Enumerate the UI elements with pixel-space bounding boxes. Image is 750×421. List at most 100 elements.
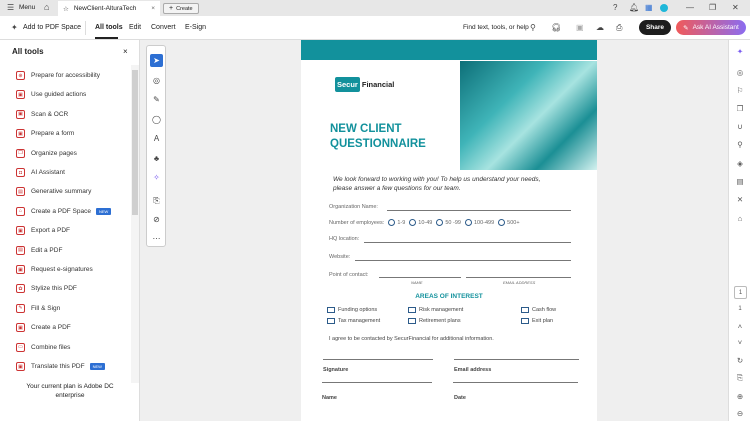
interest-checkbox[interactable]: Retirement plans: [408, 318, 461, 324]
text-box-tool-icon[interactable]: A: [150, 132, 163, 145]
contact-name-field[interactable]: [379, 277, 461, 278]
page-number-input[interactable]: 1: [734, 286, 747, 299]
star-icon[interactable]: ☆: [63, 5, 69, 13]
website-field[interactable]: [355, 260, 571, 261]
page-settings-icon[interactable]: ⎘: [734, 372, 746, 384]
tool-item[interactable]: ▣ Export a PDF: [16, 226, 70, 236]
help-icon[interactable]: ?: [613, 3, 617, 12]
tool-item[interactable]: ▤ Edit a PDF: [16, 245, 62, 255]
menu-icon[interactable]: ☰: [7, 3, 14, 12]
name-field[interactable]: [322, 382, 432, 383]
rotate-icon[interactable]: ↻: [734, 354, 746, 366]
interest-checkbox[interactable]: Cash flow: [521, 307, 556, 313]
save-icon[interactable]: ▣: [576, 23, 584, 32]
comment-tool-icon[interactable]: ◎: [150, 74, 163, 87]
create-button[interactable]: + Create: [163, 3, 199, 14]
bookmark-icon[interactable]: ⚐: [734, 84, 746, 96]
employee-radio[interactable]: 50 -99: [432, 219, 461, 226]
interest-checkbox[interactable]: Funding options: [327, 307, 377, 313]
compare-icon[interactable]: ∪: [734, 120, 746, 132]
menu-button[interactable]: Menu: [19, 4, 35, 11]
protect-icon[interactable]: ⌂: [734, 212, 746, 224]
layers-icon[interactable]: ◈: [734, 157, 746, 169]
hq-field[interactable]: [364, 242, 571, 243]
home-icon[interactable]: ⌂: [44, 2, 49, 12]
interest-checkbox[interactable]: Risk management: [408, 307, 463, 313]
highlight-tool-icon[interactable]: ✎: [150, 93, 163, 106]
tool-item[interactable]: ▣ Translate this PDF NEW: [16, 362, 105, 371]
print-icon[interactable]: ⎙: [616, 23, 622, 33]
close-tab-icon[interactable]: ×: [151, 5, 155, 12]
ask-ai-assistant-button[interactable]: ✎ Ask AI Assistant: [676, 20, 746, 35]
tab-convert[interactable]: Convert: [151, 24, 176, 31]
radio-circle[interactable]: [436, 219, 444, 226]
checkbox-box[interactable]: [327, 307, 335, 313]
checkbox-box[interactable]: [521, 307, 529, 313]
employee-radio[interactable]: 10-49: [405, 219, 432, 226]
tool-item[interactable]: ⊕ Prepare for accessibility: [16, 71, 100, 80]
draw-tool-icon[interactable]: ◯: [150, 113, 163, 126]
document-tab[interactable]: ☆ NewClient-AlturaTech ×: [58, 1, 160, 16]
next-page-icon[interactable]: ˅: [734, 336, 746, 348]
zoom-out-icon[interactable]: ⊖: [734, 407, 746, 419]
attachment-icon[interactable]: ⚲: [734, 138, 746, 150]
tool-item[interactable]: ⌂ Create a PDF Space NEW: [16, 206, 112, 216]
checkbox-box[interactable]: [408, 318, 416, 324]
tool-item[interactable]: ✎ Fill & Sign: [16, 303, 60, 313]
headphones-icon[interactable]: 🎧︎: [551, 23, 561, 32]
share-button[interactable]: Share: [639, 20, 671, 35]
radio-circle[interactable]: [388, 219, 396, 226]
search-icon[interactable]: ⚲: [530, 23, 536, 32]
email-address-field[interactable]: [454, 359, 579, 360]
document-icon[interactable]: ▤: [734, 175, 746, 187]
ai-summary-icon[interactable]: ✦: [734, 45, 746, 57]
stamp-tool-icon[interactable]: ♣: [150, 152, 163, 165]
employee-radio[interactable]: 1-9: [384, 219, 405, 226]
shuffle-icon[interactable]: ✕: [734, 193, 746, 205]
tool-item[interactable]: ✿ Stylize this PDF: [16, 284, 77, 294]
minimize-icon[interactable]: —: [686, 3, 694, 12]
ai-draw-tool-icon[interactable]: ✧: [150, 171, 163, 184]
search-button[interactable]: Find text, tools, or help: [463, 24, 529, 31]
apps-icon[interactable]: ▦: [645, 3, 653, 12]
previous-page-icon[interactable]: ˄: [734, 320, 746, 332]
date-field[interactable]: [453, 382, 578, 383]
tool-item[interactable]: ▤ Generative summary: [16, 187, 91, 197]
contact-email-field[interactable]: [466, 277, 571, 278]
tool-item[interactable]: ▣ Create a PDF: [16, 323, 71, 333]
employee-radio[interactable]: 100-499: [461, 219, 494, 226]
pdf-space-icon[interactable]: ✦: [11, 23, 18, 32]
tool-item[interactable]: ◘ AI Assistant: [16, 168, 65, 177]
employee-radio[interactable]: 500+: [494, 219, 520, 226]
tool-item[interactable]: ▣ Prepare a form: [16, 129, 74, 139]
checkbox-box[interactable]: [521, 318, 529, 324]
tool-item[interactable]: ❐ Organize pages: [16, 148, 77, 158]
add-to-pdf-space-button[interactable]: Add to PDF Space: [23, 24, 81, 31]
avatar[interactable]: [660, 4, 668, 12]
radio-circle[interactable]: [464, 219, 472, 226]
tab-all-tools[interactable]: All tools: [95, 24, 123, 31]
interest-checkbox[interactable]: Exit plan: [521, 318, 553, 324]
tab-edit[interactable]: Edit: [129, 24, 141, 31]
checkbox-box[interactable]: [408, 307, 416, 313]
tool-item[interactable]: ▣ Scan & OCR: [16, 109, 68, 119]
close-panel-icon[interactable]: ×: [123, 47, 128, 56]
scrollbar-thumb[interactable]: [132, 70, 138, 215]
org-field[interactable]: [387, 210, 571, 211]
checkbox-box[interactable]: [327, 318, 335, 324]
select-tool-icon[interactable]: ➤: [150, 54, 163, 67]
radio-circle[interactable]: [498, 219, 506, 226]
interest-checkbox[interactable]: Tax management: [327, 318, 380, 324]
close-window-icon[interactable]: ✕: [732, 3, 739, 12]
bell-icon[interactable]: 🔔︎: [629, 3, 639, 12]
more-tools-icon[interactable]: ⋯: [150, 232, 163, 245]
restore-icon[interactable]: ❐: [709, 3, 716, 12]
radio-circle[interactable]: [409, 219, 417, 226]
pages-icon[interactable]: ❐: [734, 102, 746, 114]
page-tool-icon[interactable]: ⎘: [150, 194, 163, 207]
tool-item[interactable]: ▭ Combine files: [16, 342, 70, 352]
tool-item[interactable]: ▣ Request e-signatures: [16, 265, 93, 274]
comments-icon[interactable]: ◎: [734, 66, 746, 78]
scrollbar-track[interactable]: [131, 65, 139, 383]
upload-cloud-icon[interactable]: ☁: [596, 23, 604, 32]
